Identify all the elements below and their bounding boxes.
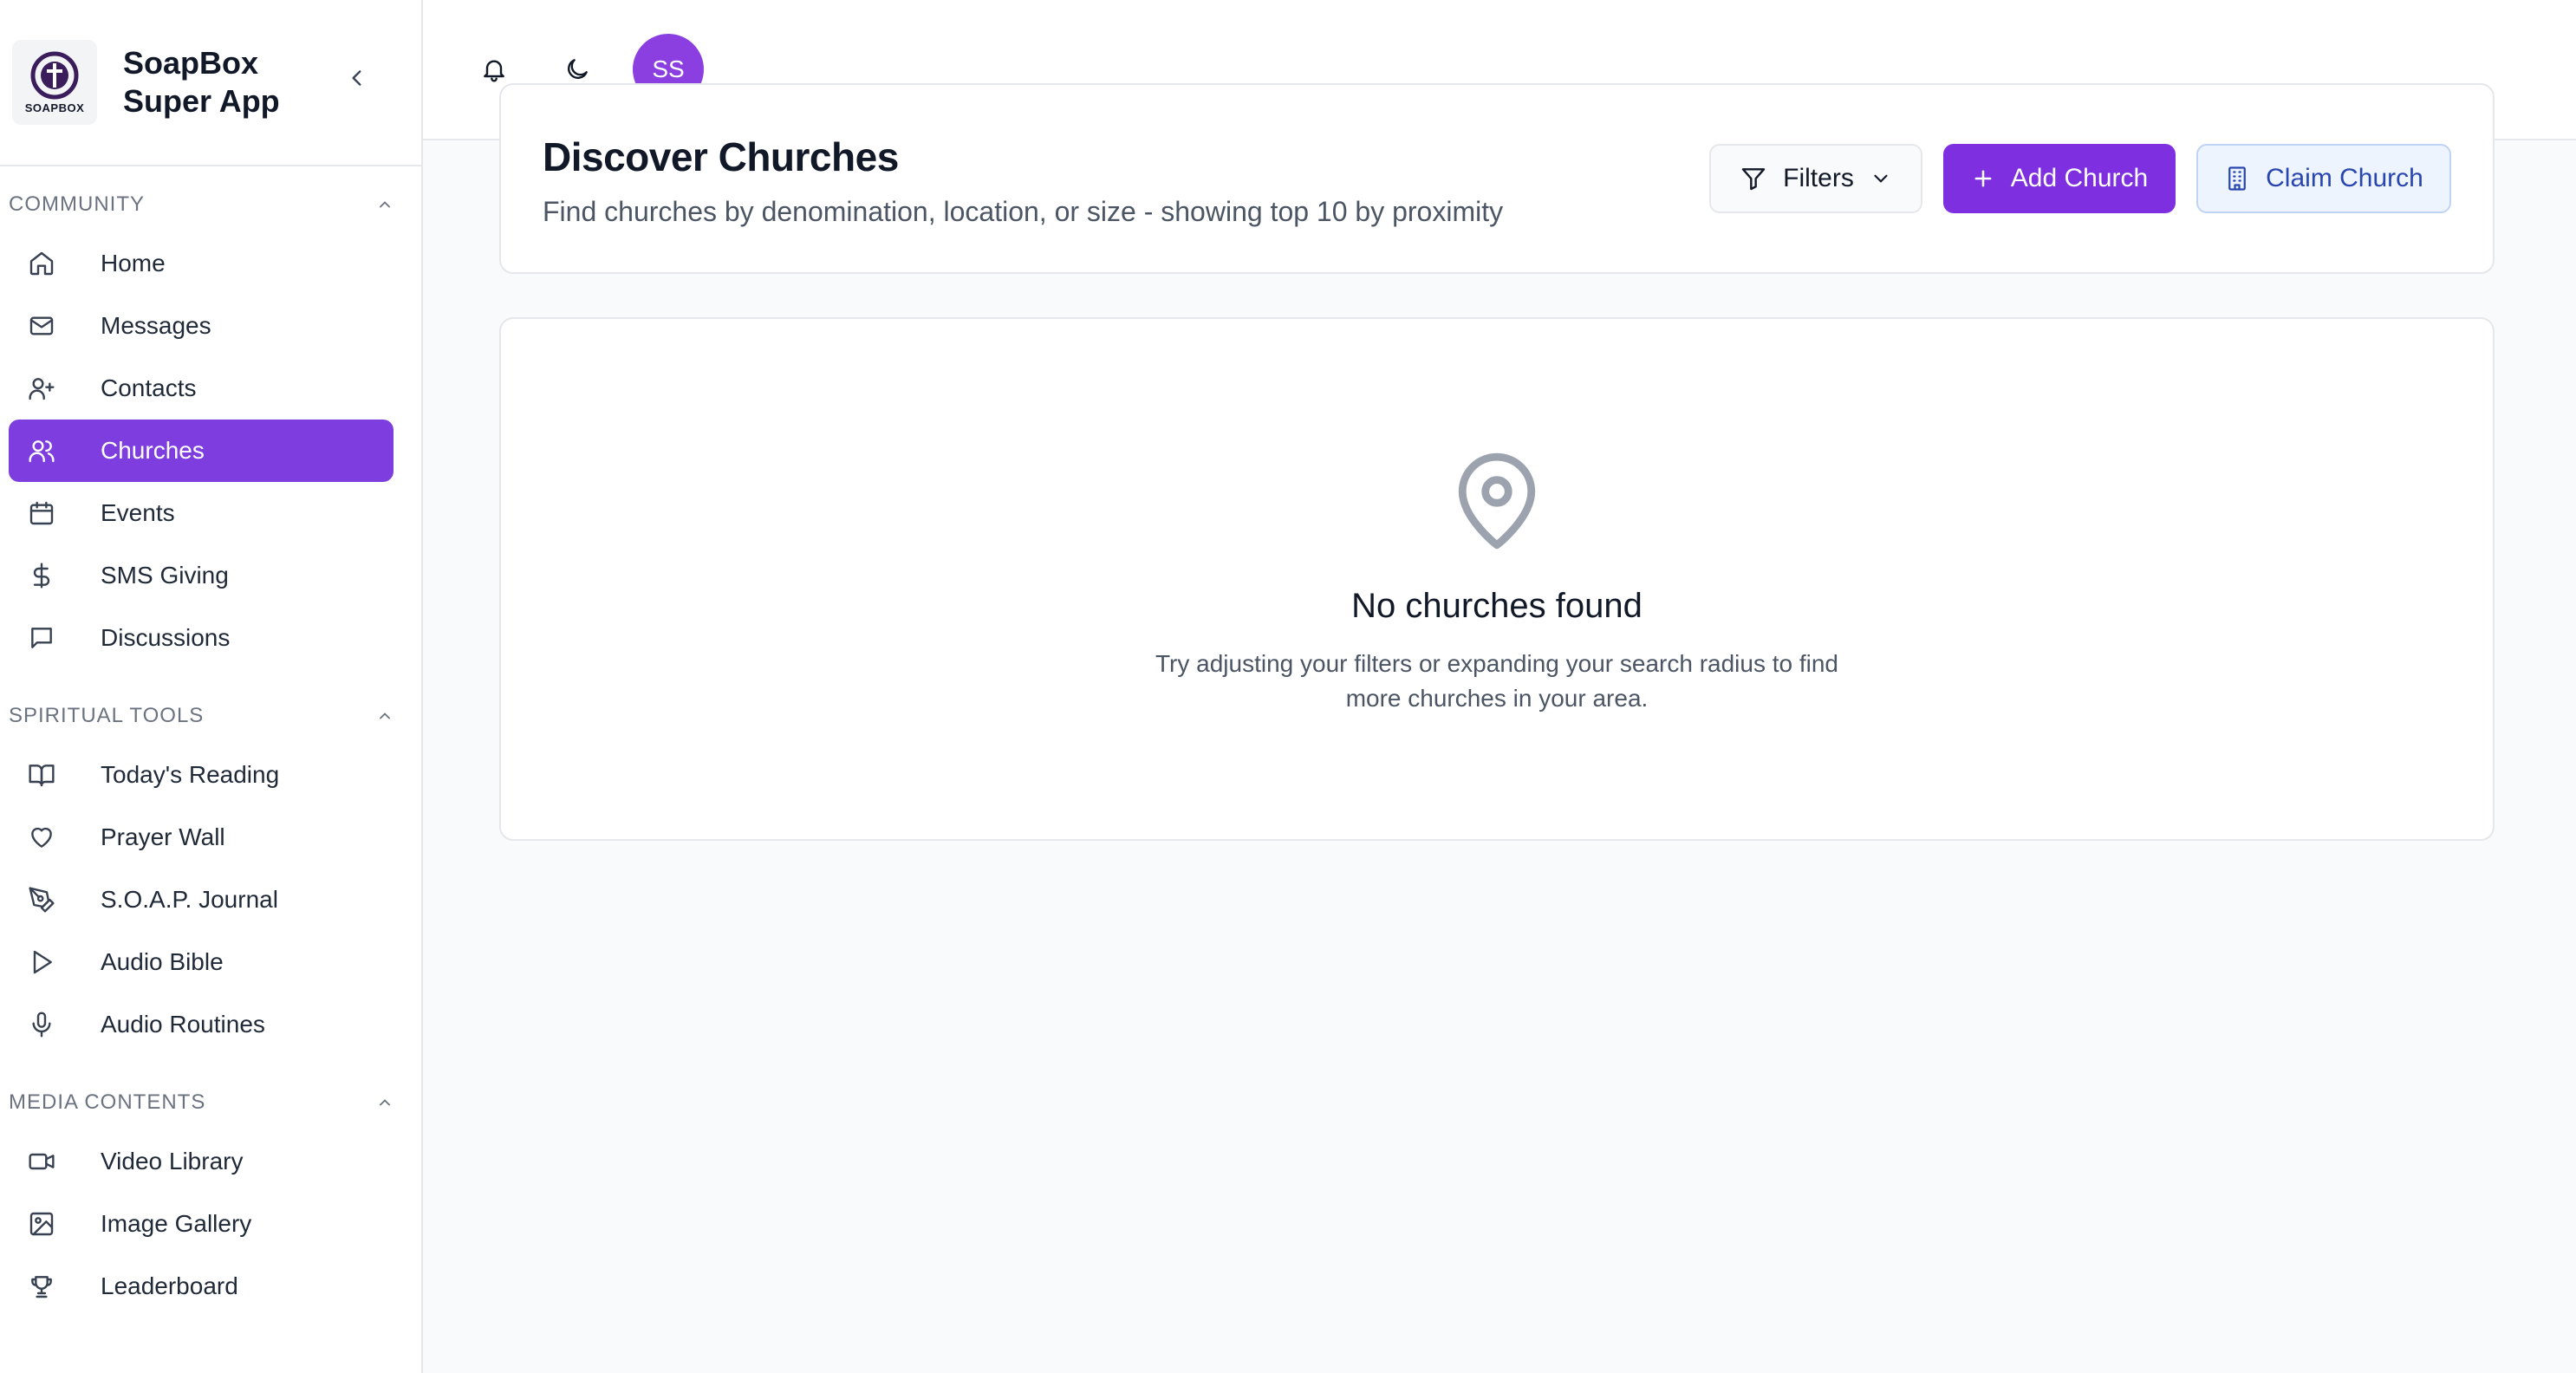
logo-emblem-icon xyxy=(30,51,79,99)
moon-icon xyxy=(568,59,588,79)
results-card: No churches found Try adjusting your fil… xyxy=(499,317,2495,841)
building-icon xyxy=(2228,166,2247,191)
sidebar-item-sms-giving[interactable]: SMS Giving xyxy=(9,544,394,607)
sidebar-item-label: Contacts xyxy=(101,374,197,401)
sidebar-item-messages[interactable]: Messages xyxy=(9,295,394,357)
section-header-spiritual-tools[interactable]: SPIRITUAL TOOLS xyxy=(0,697,421,735)
app-name-line1: SoapBox xyxy=(123,45,259,81)
sidebar-item-audio-bible[interactable]: Audio Bible xyxy=(9,931,394,993)
section-title: COMMUNITY xyxy=(9,192,145,216)
sidebar-item-leaderboard[interactable]: Leaderboard xyxy=(9,1255,394,1318)
sidebar-item-discussions[interactable]: Discussions xyxy=(9,607,394,669)
empty-state-title: No churches found xyxy=(1351,587,1643,625)
page-header-card: Discover Churches Find churches by denom… xyxy=(499,83,2495,274)
sidebar-item-image-gallery[interactable]: Image Gallery xyxy=(9,1193,394,1255)
play-icon xyxy=(28,947,76,978)
sidebar-item-label: SMS Giving xyxy=(101,562,229,589)
section-title: SPIRITUAL TOOLS xyxy=(9,704,205,727)
chevron-up-icon xyxy=(380,1099,390,1106)
sidebar-item-label: Today's Reading xyxy=(101,761,280,788)
video-icon xyxy=(28,1146,76,1177)
logo-text: SOAPBOX xyxy=(24,101,85,114)
sidebar-item-label: S.O.A.P. Journal xyxy=(101,886,278,913)
sidebar-item-label: Audio Routines xyxy=(101,1011,265,1038)
chevron-down-icon xyxy=(1874,174,1888,183)
empty-state: No churches found Try adjusting your fil… xyxy=(501,449,2493,716)
sidebar-item-contacts[interactable]: Contacts xyxy=(9,357,394,420)
sidebar-item-label: Churches xyxy=(101,437,205,464)
section-title: MEDIA CONTENTS xyxy=(9,1090,206,1114)
sidebar-item-todays-reading[interactable]: Today's Reading xyxy=(9,744,394,806)
sidebar-item-prayer-wall[interactable]: Prayer Wall xyxy=(9,806,394,869)
sidebar-item-label: Events xyxy=(101,499,175,526)
sidebar-item-label: Image Gallery xyxy=(101,1210,252,1237)
mic-icon xyxy=(28,1009,76,1040)
main-content: SS Discover Churches Find churches by de… xyxy=(423,0,2576,1373)
empty-state-line2: more churches in your area. xyxy=(1345,685,1649,712)
users-icon xyxy=(28,435,76,466)
app-root: SOAPBOX SoapBox Super App COMMUNITY Home xyxy=(0,0,2576,1373)
mail-icon xyxy=(28,310,76,342)
app-name: SoapBox Super App xyxy=(123,44,280,120)
section-header-media-contents[interactable]: MEDIA CONTENTS xyxy=(0,1083,421,1122)
chevron-up-icon xyxy=(380,201,390,208)
sidebar-item-label: Messages xyxy=(101,312,211,339)
soapbox-logo[interactable]: SOAPBOX xyxy=(12,40,97,125)
sidebar-item-churches[interactable]: Churches xyxy=(9,420,394,482)
empty-state-line1: Try adjusting your filters or expanding … xyxy=(1155,650,1839,677)
calendar-icon xyxy=(28,498,76,529)
book-open-icon xyxy=(28,759,76,791)
user-plus-icon xyxy=(28,373,76,404)
sidebar-item-label: Audio Bible xyxy=(101,948,224,975)
filters-button[interactable]: Filters xyxy=(1709,144,1922,213)
heart-icon xyxy=(28,822,76,853)
sidebar-item-label: Leaderboard xyxy=(101,1272,238,1299)
sidebar-item-audio-routines[interactable]: Audio Routines xyxy=(9,993,394,1056)
sidebar-item-events[interactable]: Events xyxy=(9,482,394,544)
add-church-label: Add Church xyxy=(2010,164,2149,192)
collapse-sidebar-button[interactable] xyxy=(331,52,383,104)
message-square-icon xyxy=(28,622,76,654)
filters-label: Filters xyxy=(1783,164,1854,192)
claim-church-label: Claim Church xyxy=(2266,164,2423,192)
bell-icon xyxy=(484,60,504,82)
section-header-community[interactable]: COMMUNITY xyxy=(0,185,421,224)
claim-church-button[interactable]: Claim Church xyxy=(2196,144,2451,213)
sidebar-item-video-library[interactable]: Video Library xyxy=(9,1130,394,1193)
chevron-up-icon xyxy=(380,713,390,719)
image-icon xyxy=(28,1208,76,1240)
trophy-icon xyxy=(28,1271,76,1302)
sidebar-item-label: Prayer Wall xyxy=(101,823,225,850)
page-subtitle: Find churches by denomination, location,… xyxy=(543,196,1504,227)
sidebar-item-label: Home xyxy=(101,250,166,277)
sidebar-item-soap-journal[interactable]: S.O.A.P. Journal xyxy=(9,869,394,931)
plus-icon xyxy=(1974,170,1992,187)
map-pin-icon xyxy=(1458,452,1536,550)
brand-header: SOAPBOX SoapBox Super App xyxy=(0,0,421,166)
chevron-left-icon xyxy=(352,70,361,86)
add-church-button[interactable]: Add Church xyxy=(1943,144,2176,213)
sidebar: SOAPBOX SoapBox Super App COMMUNITY Home xyxy=(0,0,423,1373)
home-icon xyxy=(28,248,76,279)
empty-state-description: Try adjusting your filters or expanding … xyxy=(501,647,2493,716)
app-name-line2: Super App xyxy=(123,83,280,119)
pen-tool-icon xyxy=(28,884,76,915)
sidebar-item-home[interactable]: Home xyxy=(9,232,394,295)
page-title: Discover Churches xyxy=(543,134,899,179)
dollar-icon xyxy=(28,560,76,591)
sidebar-item-label: Discussions xyxy=(101,624,231,651)
sidebar-item-label: Video Library xyxy=(101,1148,244,1175)
filter-icon xyxy=(1741,168,1766,191)
